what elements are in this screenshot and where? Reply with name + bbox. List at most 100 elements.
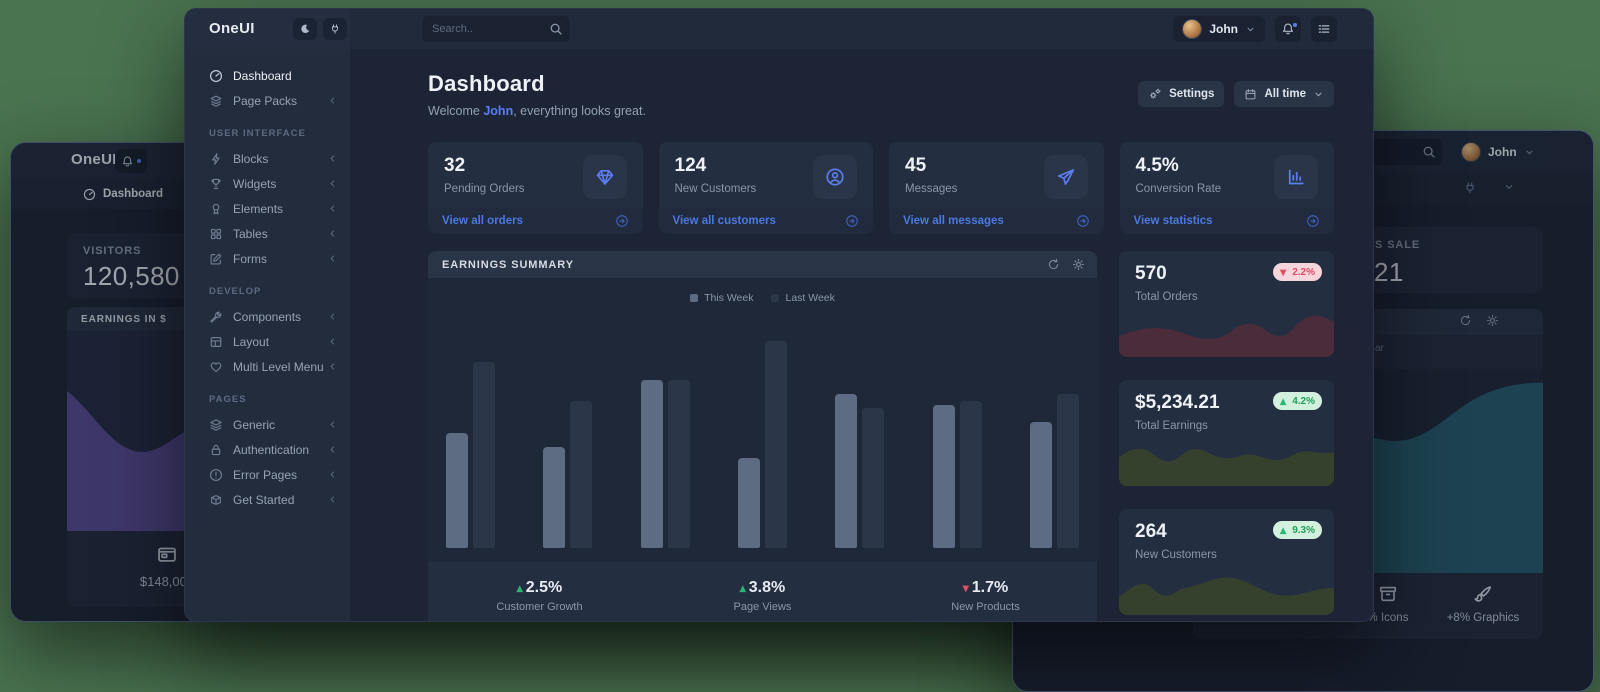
dark-mode-button[interactable]	[293, 18, 317, 40]
bar-this-week	[1030, 422, 1052, 549]
user-circle-icon	[813, 155, 857, 199]
legend-item[interactable]: This Week	[690, 292, 753, 304]
chevron-left-icon	[327, 419, 338, 430]
chevron-down-icon[interactable]	[1503, 181, 1515, 195]
sidebar-item-dashboard[interactable]: Dashboard	[185, 63, 350, 88]
chevron-left-icon	[327, 253, 338, 264]
bar-last-week	[960, 401, 982, 548]
search-icon	[1422, 145, 1436, 159]
welcome-text: Welcome John, everything looks great.	[428, 104, 646, 118]
sidebar-heading: PAGES	[209, 394, 350, 405]
welcome-user: John	[483, 104, 513, 118]
sidebar-item-error-pages[interactable]: Error Pages	[185, 462, 350, 487]
trophy-icon	[209, 177, 223, 191]
earnings-bar-chart: This Week Last Week	[428, 278, 1097, 562]
bar-last-week	[765, 341, 787, 548]
plug-icon[interactable]	[1463, 181, 1477, 195]
sidebar: OneUI Dashboard Page Packs USER INTERFAC…	[185, 9, 350, 621]
heart-icon	[209, 360, 223, 374]
side-overlay-button[interactable]	[1311, 16, 1337, 42]
menu-icon	[1317, 22, 1331, 36]
lock-icon	[209, 443, 223, 457]
notifications-button[interactable]	[115, 149, 147, 173]
view-statistics-link[interactable]: View statistics	[1120, 208, 1335, 234]
bar-chart-icon	[1274, 155, 1318, 199]
sidebar-heading: DEVELOP	[209, 286, 350, 297]
sidebar-item-get-started[interactable]: Get Started	[185, 487, 350, 512]
sidebar-item-authentication[interactable]: Authentication	[185, 437, 350, 462]
view-all-orders-link[interactable]: View all orders	[428, 208, 643, 234]
notification-dot	[137, 159, 141, 163]
stat-card-messages: 45 Messages View all messages	[889, 142, 1104, 234]
search-box[interactable]	[422, 16, 570, 42]
arrow-circle-icon	[845, 214, 859, 228]
sidebar-item-page-packs[interactable]: Page Packs	[185, 88, 350, 113]
main-area: John Dashboard Welcome John, everything …	[350, 9, 1373, 621]
legend-swatch	[771, 294, 779, 302]
notifications-button[interactable]	[1275, 16, 1301, 42]
bar-group	[446, 318, 495, 548]
theme-button[interactable]	[323, 18, 347, 40]
chevron-left-icon	[327, 311, 338, 322]
legend-swatch	[690, 294, 698, 302]
refresh-icon[interactable]	[1459, 314, 1472, 327]
total-earnings-mini-chart	[1119, 434, 1334, 486]
search-input[interactable]	[422, 16, 550, 42]
gauge-icon	[209, 69, 223, 83]
sidebar-item-widgets[interactable]: Widgets	[185, 171, 350, 196]
sidebar-item-forms[interactable]: Forms	[185, 246, 350, 271]
nav-item-dashboard[interactable]: Dashboard	[83, 188, 163, 201]
earnings-summary-card: EARNINGS SUMMARY This WeekLast Week ▴2.5…	[428, 251, 1097, 622]
bar-group	[1030, 318, 1079, 548]
footer-stat-customer-growth: ▴2.5% Customer Growth	[428, 579, 651, 613]
new-customers-mini-chart	[1119, 563, 1334, 615]
bar-this-week	[543, 447, 565, 548]
trend-badge: ▾2.2%	[1273, 263, 1322, 281]
bar-this-week	[835, 394, 857, 548]
refresh-icon[interactable]	[1047, 258, 1060, 271]
chevron-down-icon	[1245, 24, 1256, 35]
gears-icon	[1148, 87, 1162, 101]
sale-label: S SALE	[1375, 239, 1420, 251]
bell-icon	[121, 155, 134, 168]
user-menu[interactable]: John	[1173, 16, 1265, 42]
box-icon	[209, 493, 223, 507]
chevron-left-icon	[327, 178, 338, 189]
date-range-button[interactable]: All time	[1234, 81, 1334, 107]
user-menu[interactable]: John	[1451, 139, 1545, 165]
view-all-customers-link[interactable]: View all customers	[659, 208, 874, 234]
bar-last-week	[862, 408, 884, 548]
sidebar-item-blocks[interactable]: Blocks	[185, 146, 350, 171]
award-icon	[209, 202, 223, 216]
gear-icon[interactable]	[1072, 258, 1085, 271]
sidebar-item-tables[interactable]: Tables	[185, 221, 350, 246]
header-bar: John	[350, 9, 1373, 49]
sidebar-item-multi-level-menu[interactable]: Multi Level Menu	[185, 354, 350, 379]
archive-icon	[1378, 584, 1398, 604]
moon-icon	[299, 23, 311, 35]
grid-icon	[209, 227, 223, 241]
wallet-icon	[156, 543, 178, 565]
sidebar-item-generic[interactable]: Generic	[185, 412, 350, 437]
search-icon	[549, 22, 563, 36]
trend-badge: ▴9.3%	[1273, 521, 1322, 539]
sidebar-item-components[interactable]: Components	[185, 304, 350, 329]
gear-icon[interactable]	[1486, 314, 1499, 327]
sidebar-item-elements[interactable]: Elements	[185, 196, 350, 221]
trend-badge: ▴4.2%	[1273, 392, 1322, 410]
chevron-left-icon	[327, 203, 338, 214]
page-title: Dashboard	[428, 71, 646, 97]
arrow-circle-icon	[615, 214, 629, 228]
view-all-messages-link[interactable]: View all messages	[889, 208, 1104, 234]
bolt-icon	[209, 152, 223, 166]
bar-group	[543, 318, 592, 548]
chevron-left-icon	[327, 228, 338, 239]
stat-card-pending-orders: 32 Pending Orders View all orders	[428, 142, 643, 234]
footer-stat-new-products: ▾1.7% New Products	[874, 579, 1097, 613]
legend-item[interactable]: Last Week	[771, 292, 834, 304]
chevron-down-icon	[1313, 89, 1324, 100]
avatar	[1461, 142, 1481, 162]
settings-button[interactable]: Settings	[1138, 81, 1224, 107]
sidebar-item-layout[interactable]: Layout	[185, 329, 350, 354]
total-orders-card: 570 ▾2.2% Total Orders	[1119, 251, 1334, 357]
